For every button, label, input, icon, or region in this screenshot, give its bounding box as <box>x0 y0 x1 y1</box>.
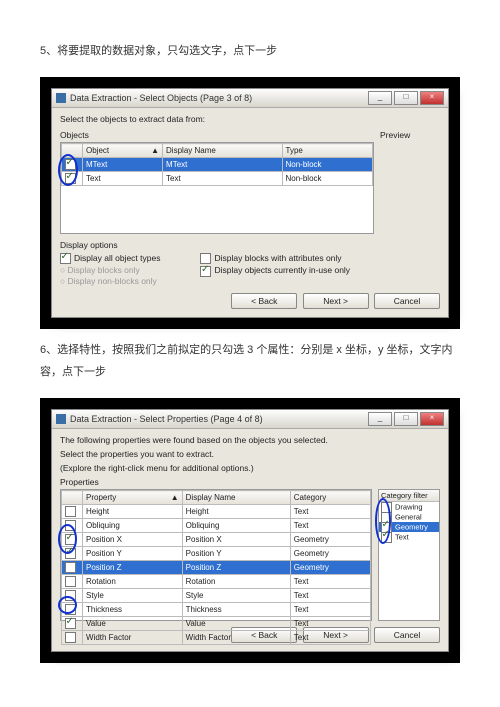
close-button[interactable]: × <box>420 91 444 105</box>
display-options: Display options Display all object types… <box>60 240 440 287</box>
table-row[interactable]: HeightHeightText <box>62 505 371 519</box>
app-icon <box>56 93 66 103</box>
col-type[interactable]: Type <box>282 144 373 158</box>
step6-text: 6、选择特性，按照我们之前拟定的只勾选 3 个属性：分别是 x 坐标，y 坐标，… <box>40 339 460 383</box>
opt-all-types[interactable]: Display all object types <box>60 253 160 264</box>
col-object[interactable]: Object ▲ <box>83 144 163 158</box>
table-row[interactable]: Position YPosition YGeometry <box>62 547 371 561</box>
row-checkbox[interactable] <box>65 534 76 545</box>
preview-label: Preview <box>380 130 440 140</box>
category-filter-item[interactable]: Drawing <box>379 502 439 512</box>
instruction-text: Select the objects to extract data from: <box>60 114 440 124</box>
row-checkbox[interactable] <box>65 604 76 615</box>
row-checkbox[interactable] <box>65 576 76 587</box>
table-row[interactable]: ValueValueText <box>62 617 371 631</box>
opt-in-use[interactable]: Display objects currently in-use only <box>200 265 350 276</box>
row-checkbox[interactable] <box>65 506 76 517</box>
col-display[interactable]: Display Name <box>163 144 282 158</box>
instruction-line-1: The following properties were found base… <box>60 435 440 445</box>
dialog-select-objects: Data Extraction - Select Objects (Page 3… <box>51 88 449 318</box>
row-checkbox[interactable] <box>65 173 76 184</box>
maximize-button[interactable]: □ <box>394 91 418 105</box>
col-category[interactable]: Category <box>290 491 370 505</box>
table-row[interactable]: RotationRotationText <box>62 575 371 589</box>
table-row[interactable]: StyleStyleText <box>62 589 371 603</box>
close-button[interactable]: × <box>420 412 444 426</box>
row-checkbox[interactable] <box>65 618 76 629</box>
category-filter[interactable]: Category filter DrawingGeneralGeometryTe… <box>378 489 440 621</box>
screenshot-2: Data Extraction - Select Properties (Pag… <box>40 398 460 663</box>
table-row[interactable]: Position XPosition XGeometry <box>62 533 371 547</box>
row-checkbox[interactable] <box>65 562 76 573</box>
maximize-button[interactable]: □ <box>394 412 418 426</box>
titlebar: Data Extraction - Select Objects (Page 3… <box>52 89 448 108</box>
row-checkbox[interactable] <box>65 590 76 601</box>
row-checkbox[interactable] <box>65 520 76 531</box>
table-row[interactable]: MText MText Non-block <box>62 158 373 172</box>
dialog-title: Data Extraction - Select Objects (Page 3… <box>70 93 366 103</box>
row-checkbox[interactable] <box>65 159 76 170</box>
step5-text: 5、将要提取的数据对象，只勾选文字，点下一步 <box>40 40 460 62</box>
col-display[interactable]: Display Name <box>182 491 290 505</box>
category-filter-item[interactable]: Text <box>379 532 439 542</box>
screenshot-1: Data Extraction - Select Objects (Page 3… <box>40 77 460 329</box>
opt-blocks-attrs[interactable]: Display blocks with attributes only <box>200 253 350 264</box>
dialog-select-properties: Data Extraction - Select Properties (Pag… <box>51 409 449 652</box>
titlebar: Data Extraction - Select Properties (Pag… <box>52 410 448 429</box>
table-row[interactable]: ObliquingObliquingText <box>62 519 371 533</box>
row-checkbox[interactable] <box>65 632 76 643</box>
opt-blocks-only: ○ Display blocks only <box>60 265 160 275</box>
objects-label: Objects <box>60 130 374 140</box>
minimize-button[interactable]: _ <box>368 412 392 426</box>
col-property[interactable]: Property ▲ <box>83 491 183 505</box>
table-row[interactable]: Width FactorWidth FactorText <box>62 631 371 645</box>
properties-table[interactable]: Property ▲ Display Name Category HeightH… <box>60 489 372 621</box>
opt-nonblocks-only: ○ Display non-blocks only <box>60 276 160 286</box>
category-filter-header: Category filter <box>379 490 439 502</box>
minimize-button[interactable]: _ <box>368 91 392 105</box>
table-row[interactable]: Position ZPosition ZGeometry <box>62 561 371 575</box>
next-button[interactable]: Next > <box>303 293 369 309</box>
cancel-button[interactable]: Cancel <box>374 627 440 643</box>
objects-table[interactable]: Object ▲ Display Name Type MText MText N… <box>60 142 374 234</box>
dialog-title: Data Extraction - Select Properties (Pag… <box>70 414 366 424</box>
row-checkbox[interactable] <box>65 548 76 559</box>
properties-label: Properties <box>60 477 440 487</box>
app-icon <box>56 414 66 424</box>
instruction-line-3: (Explore the right-click menu for additi… <box>60 463 440 473</box>
table-row[interactable]: Text Text Non-block <box>62 172 373 186</box>
instruction-line-2: Select the properties you want to extrac… <box>60 449 440 459</box>
cancel-button[interactable]: Cancel <box>374 293 440 309</box>
table-row[interactable]: ThicknessThicknessText <box>62 603 371 617</box>
back-button[interactable]: < Back <box>231 293 297 309</box>
